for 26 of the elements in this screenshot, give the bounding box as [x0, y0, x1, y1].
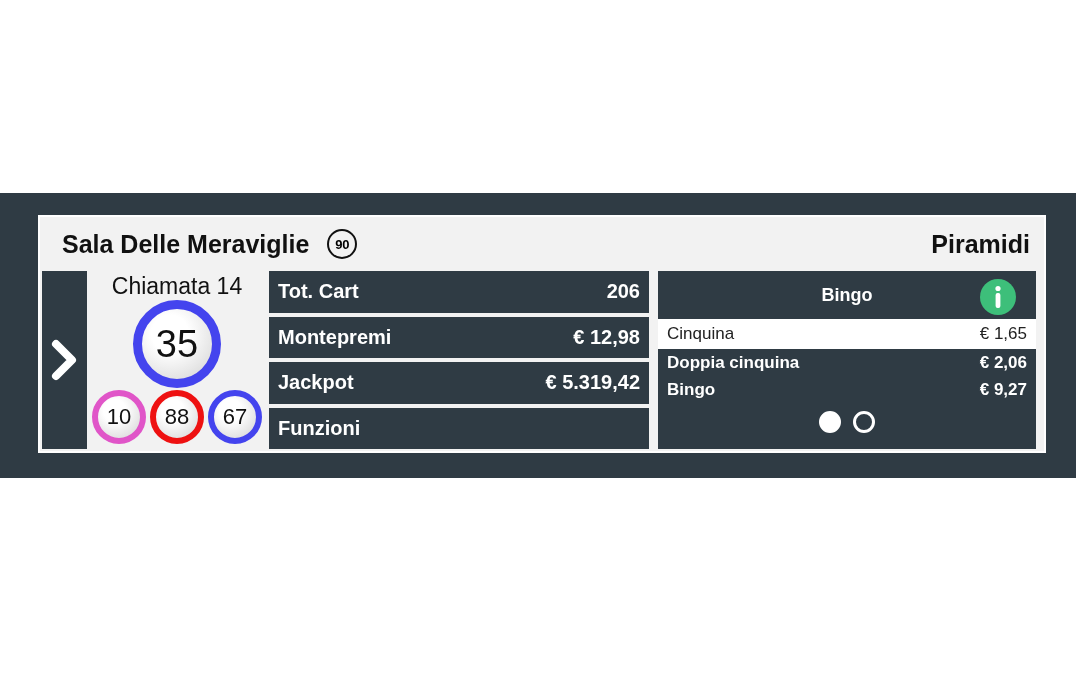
bingo-ball: 10 [92, 390, 146, 444]
game-name: Piramidi [931, 229, 1030, 259]
stat-label: Montepremi [278, 325, 392, 349]
info-icon[interactable] [980, 279, 1016, 315]
stat-label: Tot. Cart [278, 280, 359, 304]
room-name: Sala Delle Meraviglie [62, 229, 310, 259]
page-dot[interactable] [819, 411, 841, 433]
prize-value: € 1,65 [979, 324, 1027, 344]
expand-button[interactable] [42, 271, 87, 449]
stat-label: Funzioni [278, 416, 361, 440]
prize-label: Cinquina [667, 324, 735, 344]
ball-type-badge: 90 [327, 229, 358, 259]
bingo-ball: 88 [150, 390, 204, 444]
prize-value: € 2,06 [979, 352, 1027, 373]
stat-value: 206 [606, 280, 640, 304]
stat-value: € 12,98 [573, 325, 640, 349]
prize-value: € 9,27 [979, 379, 1027, 400]
prize-title: Bingo [821, 284, 873, 306]
bingo-ball: 35 [133, 300, 221, 388]
prize-label: Doppia cinquina [667, 352, 800, 373]
stat-label: Jackpot [278, 371, 354, 395]
call-label: Chiamata 14 [111, 273, 243, 300]
page-dot[interactable] [853, 411, 875, 433]
bingo-ball: 67 [208, 390, 262, 444]
stat-value: € 5.319,42 [545, 371, 640, 395]
prize-label: Bingo [667, 379, 716, 400]
